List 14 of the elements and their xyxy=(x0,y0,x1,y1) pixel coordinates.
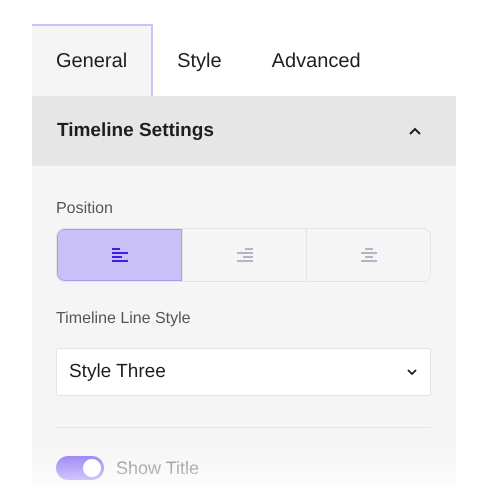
field-label: Position xyxy=(56,200,113,218)
field-label: Timeline Line Style xyxy=(56,310,191,328)
align-left-icon xyxy=(112,247,128,263)
toggle-switch[interactable] xyxy=(56,456,104,480)
section-header[interactable]: Timeline Settings xyxy=(32,96,456,166)
align-center-icon xyxy=(360,247,376,263)
style-select[interactable]: Style Three xyxy=(56,348,431,396)
alignment-button[interactable] xyxy=(57,229,182,281)
section-title: Timeline Settings xyxy=(57,120,214,142)
toggle-label: Show Title xyxy=(116,458,200,478)
chevron-icon xyxy=(408,126,422,136)
tab[interactable]: General xyxy=(32,24,154,96)
chevron-down-icon xyxy=(406,368,418,376)
align-right-icon xyxy=(236,247,252,263)
